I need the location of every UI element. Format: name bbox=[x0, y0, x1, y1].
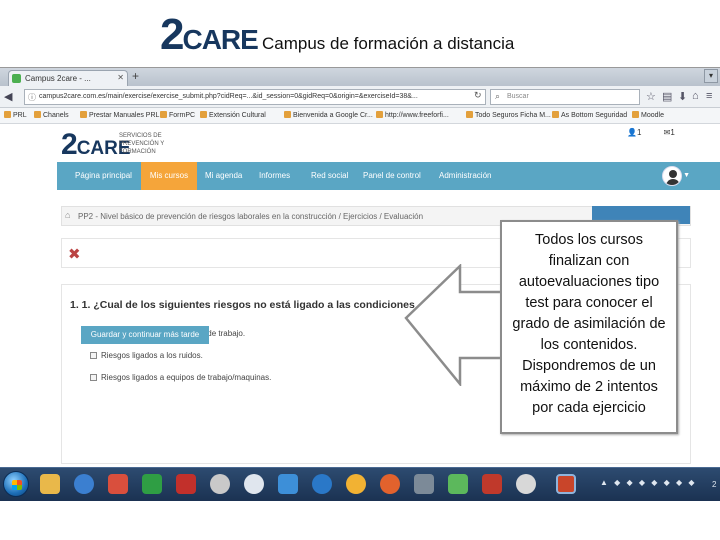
library-icon[interactable]: ▤ bbox=[662, 90, 672, 103]
close-tab-icon[interactable]: ✕ bbox=[117, 73, 124, 82]
notification-counters: 👤1 ✉1 bbox=[627, 128, 695, 137]
bookmark-item[interactable]: http://www.freeforfi... bbox=[376, 111, 449, 119]
main-menu: Página principal Mis cursos Mi agenda In… bbox=[57, 162, 720, 190]
info-icon[interactable]: ⓘ bbox=[28, 92, 36, 103]
url-bar[interactable]: ⓘ campus2care.com.es/main/exercise/exerc… bbox=[24, 89, 486, 105]
start-button[interactable] bbox=[3, 471, 29, 497]
home-icon[interactable]: ⌂ bbox=[692, 90, 699, 102]
file-explorer-icon[interactable] bbox=[40, 474, 60, 494]
search-input[interactable]: ⌕ Buscar bbox=[490, 89, 640, 105]
chrome-icon[interactable] bbox=[346, 474, 366, 494]
clock-app-icon[interactable] bbox=[244, 474, 264, 494]
app-icon[interactable] bbox=[142, 474, 162, 494]
bookmark-item[interactable]: Prestar Manuales PRL bbox=[80, 111, 159, 119]
new-tab-button[interactable]: + bbox=[132, 69, 139, 83]
back-icon[interactable]: ◀ bbox=[4, 90, 12, 103]
filezilla-icon[interactable] bbox=[482, 474, 502, 494]
site-subtitle: SERVICIOS DE PREVENCIÓN Y FORMACIÓN bbox=[119, 133, 165, 155]
callout-box: Todos los cursos finalizan con autoevalu… bbox=[500, 220, 678, 434]
chevron-down-icon[interactable]: ▼ bbox=[683, 172, 690, 179]
navigation-bar: ◀ ⓘ campus2care.com.es/main/exercise/exe… bbox=[0, 86, 720, 108]
itunes-icon[interactable] bbox=[516, 474, 536, 494]
question-text: 1. 1. ¿Cual de los siguientes riesgos no… bbox=[70, 299, 415, 311]
search-icon: ⌕ bbox=[495, 91, 501, 101]
messages-icon[interactable]: ✉1 bbox=[664, 128, 685, 137]
menu-item-agenda[interactable]: Mi agenda bbox=[201, 162, 246, 190]
slide: 2CARE Campus de formación a distancia Ca… bbox=[0, 0, 720, 540]
bookmark-item[interactable]: Todo Seguros Ficha M... bbox=[466, 111, 551, 119]
menu-item-my-courses[interactable]: Mis cursos bbox=[141, 162, 197, 190]
powerpoint-icon[interactable] bbox=[556, 474, 576, 494]
bookmark-item[interactable]: Chanels bbox=[34, 111, 69, 119]
system-tray[interactable]: ▲ ◆ ◆ ◆ ◆ ◆ ◆ ◆ bbox=[600, 478, 697, 487]
reload-icon[interactable]: ↻ bbox=[474, 90, 482, 101]
checkbox[interactable] bbox=[90, 352, 97, 359]
app-icon[interactable] bbox=[278, 474, 298, 494]
menu-item-reports[interactable]: Informes bbox=[255, 162, 294, 190]
bookmark-item[interactable]: PRL bbox=[4, 111, 27, 119]
home-icon[interactable]: ⌂ bbox=[65, 210, 70, 220]
app-icon[interactable] bbox=[210, 474, 230, 494]
app-icon[interactable] bbox=[176, 474, 196, 494]
menu-item-control-panel[interactable]: Panel de control bbox=[359, 162, 425, 190]
bookmarks-bar: PRL Chanels Prestar Manuales PRL FormPC … bbox=[0, 108, 720, 124]
bookmark-item[interactable]: Bienvenida a Google Cr... bbox=[284, 111, 373, 119]
taskbar: ▲ ◆ ◆ ◆ ◆ ◆ ◆ ◆ 2 bbox=[0, 467, 720, 501]
app-icon[interactable] bbox=[74, 474, 94, 494]
firefox-icon[interactable] bbox=[380, 474, 400, 494]
menu-item-home[interactable]: Página principal bbox=[71, 162, 136, 190]
app-icon[interactable] bbox=[414, 474, 434, 494]
tab-title: Campus 2care - ... bbox=[25, 74, 91, 83]
save-continue-button[interactable]: Guardar y continuar más tarde bbox=[81, 326, 209, 344]
menu-item-administration[interactable]: Administración bbox=[435, 162, 495, 190]
download-icon[interactable]: ⬇ bbox=[678, 90, 687, 103]
url-text: campus2care.com.es/main/exercise/exercis… bbox=[39, 93, 418, 100]
clock[interactable]: 2 bbox=[712, 480, 716, 489]
app-icon[interactable] bbox=[448, 474, 468, 494]
checkbox[interactable] bbox=[90, 374, 97, 381]
callout-arrow bbox=[404, 264, 504, 386]
users-icon[interactable]: 👤1 bbox=[627, 128, 651, 137]
internet-explorer-icon[interactable] bbox=[312, 474, 332, 494]
star-icon[interactable]: ☆ bbox=[646, 90, 656, 103]
menu-item-social[interactable]: Red social bbox=[307, 162, 352, 190]
user-avatar[interactable] bbox=[662, 166, 682, 186]
answer-option[interactable]: Riesgos ligados a equipos de trabajo/maq… bbox=[90, 373, 271, 382]
bookmark-item[interactable]: Extensión Cultural bbox=[200, 111, 266, 119]
app-icon[interactable] bbox=[108, 474, 128, 494]
window-menu-button[interactable]: ▾ bbox=[704, 69, 718, 83]
breadcrumb-text[interactable]: PP2 - Nivel básico de prevención de ries… bbox=[78, 212, 423, 221]
browser-tab[interactable]: Campus 2care - ... ✕ bbox=[8, 70, 128, 86]
tab-bar: Campus 2care - ... ✕ + ▾ bbox=[0, 68, 720, 86]
bookmark-item[interactable]: As Bottom Seguridad bbox=[552, 111, 627, 119]
bookmark-item[interactable]: FormPC bbox=[160, 111, 195, 119]
slide-header: 2CARE Campus de formación a distancia bbox=[0, 0, 720, 66]
favicon-icon bbox=[12, 74, 21, 83]
2care-logo: 2CARE bbox=[160, 10, 259, 59]
slide-title: Campus de formación a distancia bbox=[262, 34, 515, 53]
tools-icon[interactable]: ✖ bbox=[68, 245, 81, 263]
menu-icon[interactable]: ≡ bbox=[706, 90, 712, 102]
bookmark-item[interactable]: Moodle bbox=[632, 111, 664, 119]
answer-option[interactable]: Riesgos ligados a los ruidos. bbox=[90, 351, 203, 360]
